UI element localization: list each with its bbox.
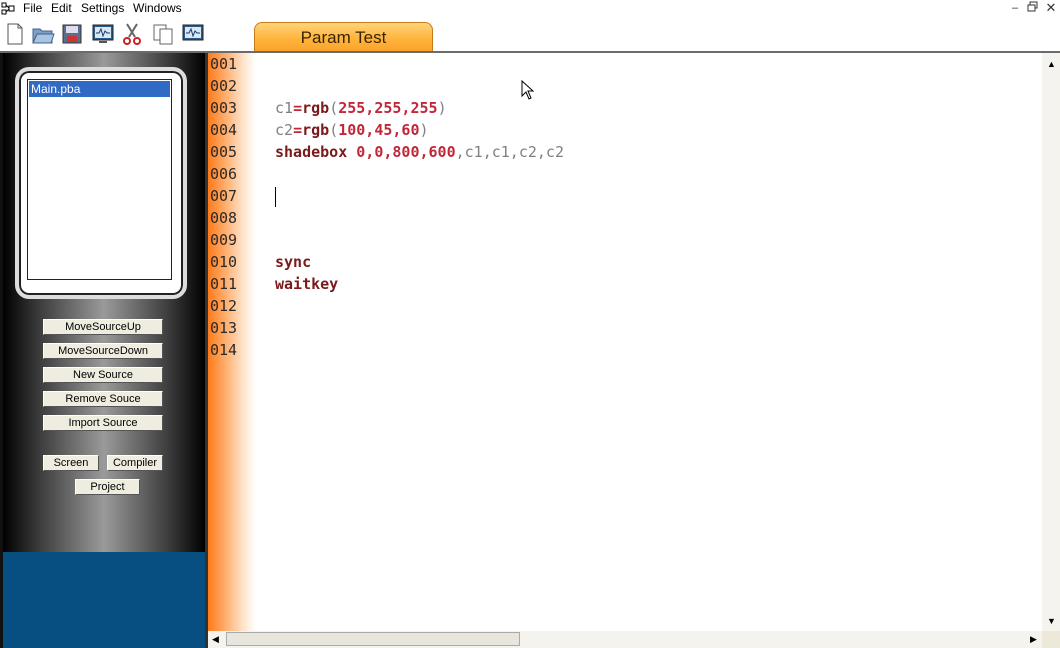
compiler-button[interactable]: Compiler (107, 455, 163, 471)
vertical-scrollbar[interactable]: ▲ ▼ (1042, 53, 1060, 631)
menu-windows[interactable]: Windows (133, 1, 182, 16)
new-source-button[interactable]: New Source (43, 367, 163, 383)
run-monitor-icon[interactable] (181, 22, 205, 46)
monitor-icon[interactable] (91, 22, 115, 46)
token-paren: ( (329, 99, 339, 117)
project-button[interactable]: Project (75, 479, 140, 495)
line-number: 003 (210, 99, 238, 117)
menu-settings[interactable]: Settings (81, 1, 124, 16)
file-item-main[interactable]: Main.pba (29, 81, 170, 97)
scrollbar-corner (1042, 631, 1060, 648)
app-icon[interactable] (1, 2, 15, 15)
code-line-5: shadebox 0,0,800,600,c1,c1,c2,c2 (275, 141, 564, 163)
token-keyword: rgb (302, 121, 330, 139)
line-number: 002 (210, 77, 238, 95)
token-rest: ,c1,c1,c2,c2 (455, 143, 564, 161)
sidebar-bottom-panel (3, 552, 205, 648)
source-file-list[interactable]: Main.pba (27, 79, 172, 280)
import-source-button[interactable]: Import Source (43, 415, 163, 431)
move-source-up-button[interactable]: MoveSourceUp (43, 319, 163, 335)
mouse-pointer-icon (521, 80, 535, 100)
menu-bar: File Edit Settings Windows – ✕ (0, 0, 1060, 17)
menu-file[interactable]: File (23, 1, 42, 16)
copy-icon[interactable] (151, 22, 175, 46)
menu-edit[interactable]: Edit (51, 1, 72, 16)
token-keyword: waitkey (275, 275, 339, 293)
code-line-11: waitkey (275, 273, 564, 295)
horizontal-scroll-thumb[interactable] (226, 632, 520, 646)
token-args: 100,45,60 (338, 121, 420, 139)
restore-icon[interactable] (1026, 1, 1040, 15)
line-number: 011 (210, 275, 238, 293)
line-number: 009 (210, 231, 238, 249)
line-number: 010 (210, 253, 238, 271)
text-caret (275, 186, 276, 207)
token-var: c1 (275, 99, 294, 117)
line-number: 001 (210, 55, 238, 73)
open-folder-icon[interactable] (31, 22, 55, 46)
screen-button[interactable]: Screen (43, 455, 99, 471)
new-file-icon[interactable] (3, 22, 27, 46)
token-paren: ) (419, 121, 429, 139)
line-number: 012 (210, 297, 238, 315)
cut-icon[interactable] (120, 22, 144, 46)
token-paren: ) (437, 99, 447, 117)
line-number: 006 (210, 165, 238, 183)
token-op: = (293, 99, 303, 117)
token-keyword: rgb (302, 99, 330, 117)
scroll-right-icon[interactable]: ▶ (1030, 634, 1037, 644)
scroll-up-icon[interactable]: ▲ (1047, 59, 1056, 69)
token-op: = (293, 121, 303, 139)
close-icon[interactable]: ✕ (1044, 1, 1058, 15)
token-keyword: shadebox (275, 143, 348, 161)
toolbar (0, 17, 1060, 51)
code-line-4: c2=rgb(100,45,60) (275, 119, 564, 141)
token-args: 255,255,255 (338, 99, 438, 117)
move-source-down-button[interactable]: MoveSourceDown (43, 343, 163, 359)
line-number: 008 (210, 209, 238, 227)
line-number: 005 (210, 143, 238, 161)
tab-param-test[interactable]: Param Test (254, 22, 433, 52)
scroll-down-icon[interactable]: ▼ (1047, 616, 1056, 626)
scroll-left-icon[interactable]: ◀ (212, 634, 219, 644)
remove-source-button[interactable]: Remove Souce (43, 391, 163, 407)
save-icon[interactable] (60, 22, 84, 46)
token-args: 0,0,800,600 (356, 143, 456, 161)
line-numbers: 001 002 003 004 005 006 007 008 009 010 … (210, 53, 237, 361)
token-paren: ( (329, 121, 339, 139)
minimize-icon[interactable]: – (1008, 1, 1022, 15)
line-number: 014 (210, 341, 238, 359)
code-line-10: sync (275, 251, 564, 273)
token-keyword: sync (275, 253, 312, 271)
line-number: 013 (210, 319, 238, 337)
line-number: 007 (210, 187, 238, 205)
code-line-7 (275, 185, 564, 207)
line-number: 004 (210, 121, 238, 139)
token-var: c2 (275, 121, 294, 139)
